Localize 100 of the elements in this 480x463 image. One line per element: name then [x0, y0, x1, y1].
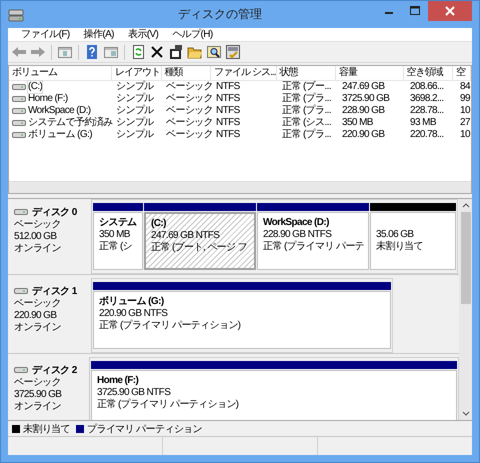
disk-type: ベーシック [14, 298, 62, 310]
partition-size: 35.06 GB [376, 229, 414, 240]
vertical-scrollbar[interactable] [459, 199, 472, 420]
help-icon[interactable] [84, 44, 100, 60]
table-cell: 93 MB [410, 117, 436, 129]
menu-item[interactable]: ヘルプ(H) [165, 28, 220, 41]
disk-size: 3725.90 GB [14, 389, 62, 401]
properties-icon[interactable] [168, 44, 184, 60]
partition-status: 正常 (プライマリ パーティション) [99, 320, 242, 332]
checklist-icon[interactable] [225, 44, 241, 60]
menu-item[interactable]: ファイル(F) [14, 28, 77, 41]
menu-item[interactable]: 表示(V) [120, 28, 166, 41]
column-header[interactable]: 状態 [276, 66, 336, 80]
table-cell-text: 正常 (プラ... [282, 105, 332, 116]
table-cell: 247.69 GB [342, 81, 384, 93]
partition-block[interactable]: ボリューム (G:) 220.90 GB NTFS 正常 (プライマリ パーティション) [93, 291, 391, 349]
volume-name[interactable]: ボリューム (G:) [28, 129, 92, 141]
table-cell: 3725.90 GB [342, 93, 390, 105]
partition-name: システム [99, 217, 137, 229]
back-arrow-icon[interactable] [11, 44, 27, 60]
partition-block[interactable]: 35.06 GB 未割り当て [370, 212, 456, 270]
table-cell: ベーシック [166, 105, 214, 117]
panel-icon[interactable] [103, 44, 119, 60]
partition-size: 220.90 GB NTFS [99, 308, 168, 320]
horizontal-scrollbar[interactable] [9, 181, 471, 193]
table-cell: 3698.2... [410, 93, 444, 105]
partition-size: 3725.90 GB NTFS [97, 387, 172, 398]
table-cell-text: シンプル [116, 81, 154, 92]
column-header[interactable]: レイアウト [112, 66, 162, 80]
close-button[interactable] [428, 1, 472, 21]
table-cell: 10 [460, 129, 470, 141]
refresh-document-icon[interactable] [130, 44, 146, 60]
partition-status: 正常 (シ [99, 241, 134, 253]
partition-status: 正常 (ブート, ページ フ [151, 242, 248, 254]
disk-drive-icon [14, 366, 28, 374]
partition-name: Home (F:) [97, 375, 140, 387]
table-cell: 27 [460, 117, 470, 129]
table-cell-text: 正常 (ブー... [282, 81, 332, 92]
table-cell: NTFS [216, 81, 240, 93]
table-cell: 正常 (プラ... [282, 129, 332, 141]
table-cell: 220.78... [410, 129, 444, 141]
legend-label: プライマリ パーティション [87, 422, 202, 436]
disk-type: ベーシック [14, 377, 62, 389]
disk-name: ディスク 0 [32, 206, 77, 219]
table-cell: NTFS [216, 105, 240, 117]
menu-item[interactable]: 操作(A) [76, 28, 121, 41]
volume-name[interactable]: (C:) [28, 81, 42, 93]
panel-icon[interactable] [57, 44, 73, 60]
partition-name: (C:) [151, 218, 167, 230]
table-cell: 208.66... [410, 81, 444, 93]
disk-drive-icon [12, 107, 26, 115]
column-header[interactable]: 空 [453, 66, 471, 80]
scroll-up-icon[interactable] [462, 202, 470, 208]
partition-block[interactable]: Home (F:) 3725.90 GB NTFS 正常 (プライマリ パーティション) [91, 370, 457, 420]
table-cell: ベーシック [166, 81, 214, 93]
table-cell: ベーシック [166, 129, 214, 141]
table-cell-text: 正常 (シス... [282, 117, 332, 128]
disk-status: オンライン [14, 243, 62, 255]
table-cell: NTFS [216, 129, 240, 141]
table-cell: ベーシック [166, 93, 214, 105]
volume-name[interactable]: WorkSpace (D:) [28, 105, 91, 117]
table-cell-text: 正常 (プラ... [282, 93, 332, 104]
forward-arrow-icon[interactable] [30, 44, 46, 60]
partition-block[interactable]: システム 350 MB 正常 (シ [93, 212, 143, 270]
disk-status: オンライン [14, 401, 62, 413]
column-header[interactable]: ボリューム [9, 66, 112, 80]
scroll-thumb[interactable] [460, 212, 470, 304]
partition-name: WorkSpace (D:) [263, 217, 330, 229]
disk-drive-icon [12, 131, 26, 139]
table-cell: NTFS [216, 117, 240, 129]
table-cell: 220.90 GB [342, 129, 384, 141]
table-cell: ベーシック [166, 117, 214, 129]
partition-block[interactable]: (C:) 247.69 GB NTFS 正常 (ブート, ページ フ [144, 212, 256, 270]
table-cell: NTFS [216, 93, 240, 105]
partition-name: ボリューム (G:) [99, 296, 165, 308]
table-cell-text: シンプル [116, 105, 154, 116]
table-cell: 84 [460, 81, 470, 93]
disk-type: ベーシック [14, 219, 62, 231]
table-cell: シンプル [116, 129, 154, 141]
column-header[interactable]: ファイル シス... [211, 66, 277, 80]
partition-size: 247.69 GB NTFS [151, 230, 220, 242]
table-cell: 10 [460, 105, 470, 117]
disk-status: オンライン [14, 322, 62, 334]
search-icon[interactable] [206, 44, 222, 60]
table-cell-text: シンプル [116, 93, 154, 104]
disk-drive-icon [12, 95, 26, 103]
column-header[interactable]: 容量 [336, 66, 404, 80]
window-title: ディスクの管理 [177, 6, 263, 23]
volume-name[interactable]: システムで予約済み [28, 117, 113, 129]
disk-size: 220.90 GB [14, 310, 58, 322]
partition-status: 未割り当て [376, 241, 424, 253]
scroll-down-icon[interactable] [462, 411, 470, 417]
delete-icon[interactable] [149, 44, 165, 60]
disk-name: ディスク 1 [32, 285, 77, 298]
column-header[interactable]: 空き領域 [404, 66, 454, 80]
partition-block[interactable]: WorkSpace (D:) 228.90 GB NTFS 正常 (プライマリ パーテ [257, 212, 369, 270]
table-cell: 228.78... [410, 105, 444, 117]
volume-name[interactable]: Home (F:) [28, 93, 68, 105]
column-header[interactable]: 種類 [162, 66, 212, 80]
disk-drive-icon [12, 83, 26, 91]
